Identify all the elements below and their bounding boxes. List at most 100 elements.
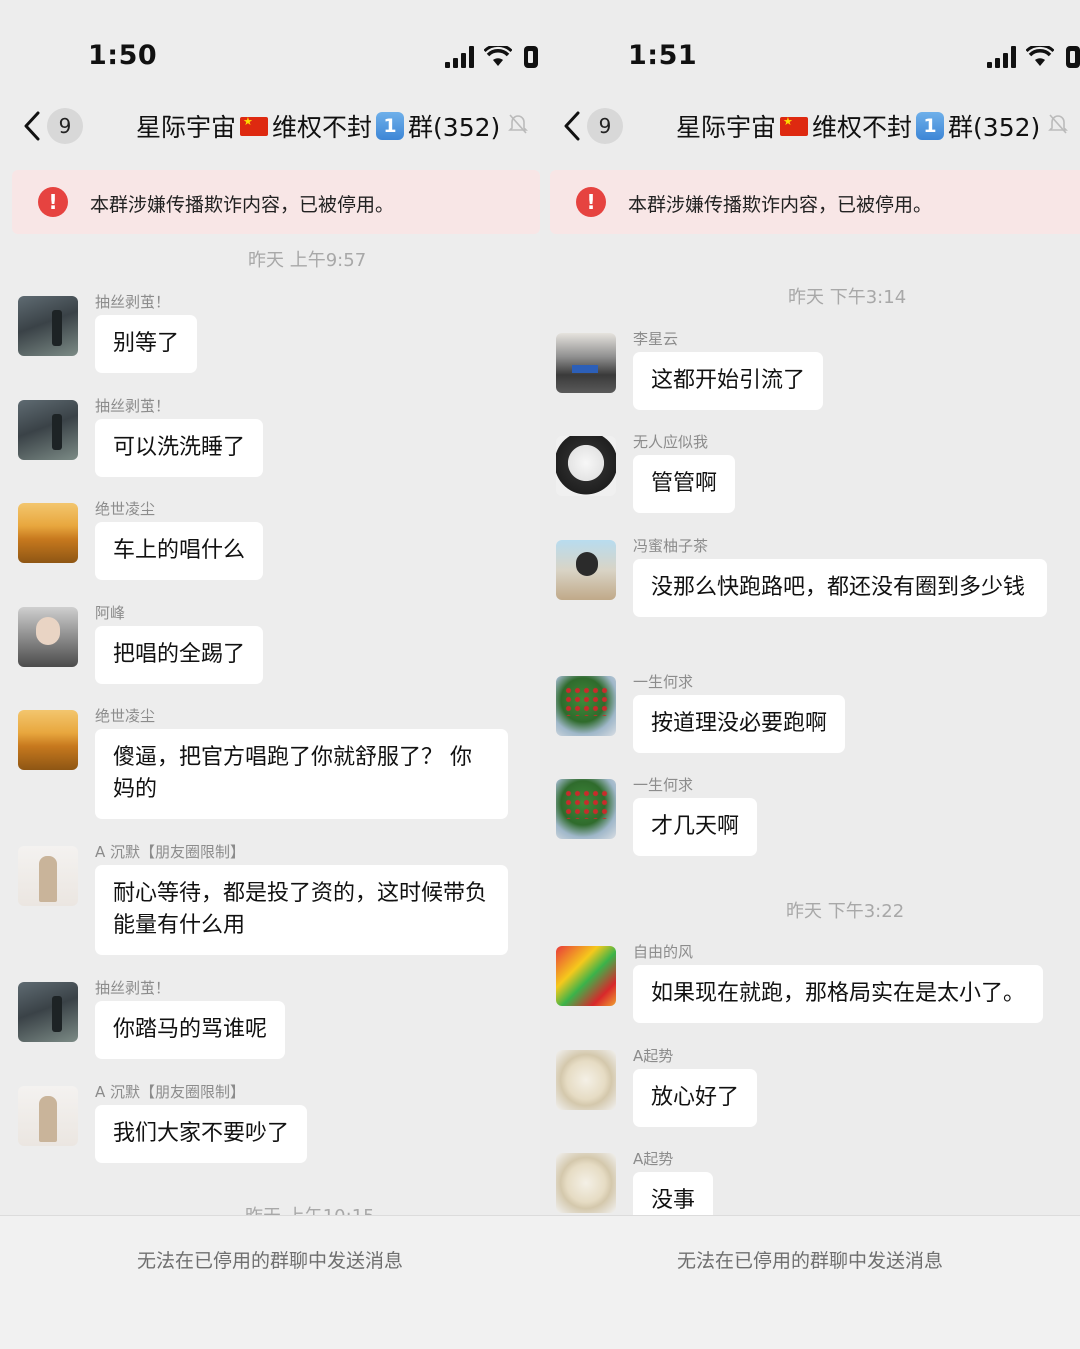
exclamation-icon: !: [576, 187, 606, 217]
sender-name: 冯蜜柚子茶: [633, 537, 709, 555]
sender-name: A 沉默【朋友圈限制】: [95, 1083, 246, 1101]
tree-avatar[interactable]: [556, 676, 616, 736]
sender-name: 抽丝剥茧！: [95, 979, 171, 997]
sender-name: 无人应似我: [633, 433, 709, 451]
message-bubble[interactable]: 耐心等待，都是投了资的，这时候带负能量有什么用: [95, 865, 508, 955]
mute-bell-icon: [1048, 113, 1069, 139]
exclamation-icon: !: [38, 187, 68, 217]
candy-avatar[interactable]: [556, 946, 616, 1006]
message-bubble[interactable]: 傻逼，把官方唱跑了你就舒服了？ 你妈的: [95, 729, 508, 819]
message-bubble[interactable]: 没事: [633, 1172, 714, 1216]
message-bubble[interactable]: 这都开始引流了: [633, 352, 824, 410]
suit-portrait-avatar[interactable]: [18, 1086, 78, 1146]
sender-name: 阿峰: [95, 604, 126, 622]
left-screenshot: 1:50 9 星际宇宙 维权不封 1 群(352): [0, 0, 540, 1349]
sender-name: 抽丝剥茧！: [95, 293, 171, 311]
group-title[interactable]: 星际宇宙 维权不封 1 群(352): [676, 108, 1069, 144]
blond-anime-avatar[interactable]: [556, 1153, 616, 1213]
man-portrait-avatar[interactable]: [18, 607, 78, 667]
timestamp: 昨天 下午3:14: [788, 287, 907, 308]
message-bubble[interactable]: 我们大家不要吵了: [95, 1105, 308, 1163]
message-bubble[interactable]: 别等了: [95, 315, 198, 373]
message-list[interactable]: 昨天 下午3:14 李星云 这都开始引流了 无人应似我 管管啊 冯蜜柚子茶 没那…: [540, 236, 1080, 1216]
message-bubble[interactable]: 可以洗洗睡了: [95, 419, 264, 477]
group-disabled-warning: ! 本群涉嫌传播欺诈内容，已被停用。: [12, 170, 540, 234]
keycap-one-icon: 1: [916, 112, 945, 140]
suit-portrait-avatar[interactable]: [18, 846, 78, 906]
anime-avatar[interactable]: [556, 436, 616, 496]
message-bubble[interactable]: 你踏马的骂谁呢: [95, 1001, 286, 1059]
message-bubble[interactable]: 车上的唱什么: [95, 522, 264, 580]
title-text-1: 星际宇宙: [676, 113, 777, 142]
sender-name: A 沉默【朋友圈限制】: [95, 843, 246, 861]
warning-text: 本群涉嫌传播欺诈内容，已被停用。: [628, 194, 933, 216]
sender-name: A起势: [633, 1047, 674, 1065]
sender-name: 自由的风: [633, 943, 694, 961]
timestamp: 昨天 上午9:57: [248, 250, 367, 271]
back-button[interactable]: [562, 109, 582, 143]
status-time: 1:51: [628, 40, 698, 71]
message-bubble[interactable]: 管管啊: [633, 455, 736, 513]
sender-name: 绝世凌尘: [95, 707, 156, 725]
status-time: 1:50: [88, 40, 158, 71]
group-disabled-warning: ! 本群涉嫌传播欺诈内容，已被停用。: [550, 170, 1080, 234]
chat-header: 9 星际宇宙 维权不封 1 群(352): [540, 100, 1080, 152]
back-button[interactable]: [22, 109, 42, 143]
message-bubble[interactable]: 按道理没必要跑啊: [633, 695, 846, 753]
warning-text: 本群涉嫌传播欺诈内容，已被停用。: [90, 194, 395, 216]
input-disabled-bar: 无法在已停用的群聊中发送消息: [540, 1216, 1080, 1349]
message-bubble[interactable]: 才几天啊: [633, 798, 758, 856]
blond-anime-avatar[interactable]: [556, 1050, 616, 1110]
cellular-signal-icon: [987, 46, 1016, 68]
message-bubble[interactable]: 如果现在就跑，那格局实在是太小了。: [633, 965, 1044, 1023]
sender-name: 一生何求: [633, 776, 694, 794]
sender-name: 一生何求: [633, 673, 694, 691]
unread-count-badge[interactable]: 9: [47, 108, 83, 144]
timestamp: 昨天 下午3:22: [786, 901, 905, 922]
message-list[interactable]: 昨天 上午9:57 抽丝剥茧！ 别等了 抽丝剥茧！ 可以洗洗睡了 绝世凌尘 车上…: [0, 236, 540, 1216]
right-screenshot: 1:51 9 星际宇宙 维权不封 1 群(352): [540, 0, 1080, 1349]
battery-icon: [522, 45, 538, 69]
tree-avatar[interactable]: [556, 779, 616, 839]
china-flag-icon: [780, 115, 809, 136]
group-title[interactable]: 星际宇宙 维权不封 1 群(352): [136, 108, 529, 144]
wheat-field-avatar[interactable]: [18, 710, 78, 770]
title-text-2: 维权不封: [812, 113, 913, 142]
person-avatar[interactable]: [556, 540, 616, 600]
china-flag-icon: [240, 115, 269, 136]
status-icons: [987, 42, 1080, 72]
wifi-icon: [484, 46, 512, 68]
disabled-notice: 无法在已停用的群聊中发送消息: [676, 1250, 943, 1272]
dark-scenery-avatar[interactable]: [18, 400, 78, 460]
sender-name: 绝世凌尘: [95, 500, 156, 518]
cellular-signal-icon: [445, 46, 474, 68]
sender-name: 李星云: [633, 330, 679, 348]
chat-header: 9 星际宇宙 维权不封 1 群(352): [0, 100, 540, 152]
title-text-3: 群(352): [948, 113, 1041, 142]
message-bubble[interactable]: 把唱的全踢了: [95, 626, 264, 684]
status-bar: 1:50: [0, 0, 540, 100]
status-bar: 1:51: [540, 0, 1080, 100]
unread-count-badge[interactable]: 9: [587, 108, 623, 144]
sender-name: A起势: [633, 1150, 674, 1168]
chevron-left-icon: [564, 111, 580, 141]
message-bubble[interactable]: 没那么快跑路吧，都还没有圈到多少钱: [633, 559, 1047, 617]
mute-bell-icon: [508, 113, 529, 139]
keycap-one-icon: 1: [376, 112, 405, 140]
chevron-left-icon: [24, 111, 40, 141]
dark-scenery-avatar[interactable]: [18, 982, 78, 1042]
timestamp: 昨天 上午10:15: [245, 1202, 375, 1216]
car-avatar[interactable]: [556, 333, 616, 393]
title-text-3: 群(352): [408, 113, 501, 142]
title-text-2: 维权不封: [272, 113, 373, 142]
disabled-notice: 无法在已停用的群聊中发送消息: [136, 1250, 403, 1272]
sender-name: 抽丝剥茧！: [95, 397, 171, 415]
title-text-1: 星际宇宙: [136, 113, 237, 142]
battery-icon: [1064, 45, 1080, 69]
wifi-icon: [1026, 46, 1054, 68]
dark-scenery-avatar[interactable]: [18, 296, 78, 356]
wheat-field-avatar[interactable]: [18, 503, 78, 563]
status-icons: [445, 42, 538, 72]
message-bubble[interactable]: 放心好了: [633, 1069, 758, 1127]
input-disabled-bar: 无法在已停用的群聊中发送消息: [0, 1216, 540, 1349]
